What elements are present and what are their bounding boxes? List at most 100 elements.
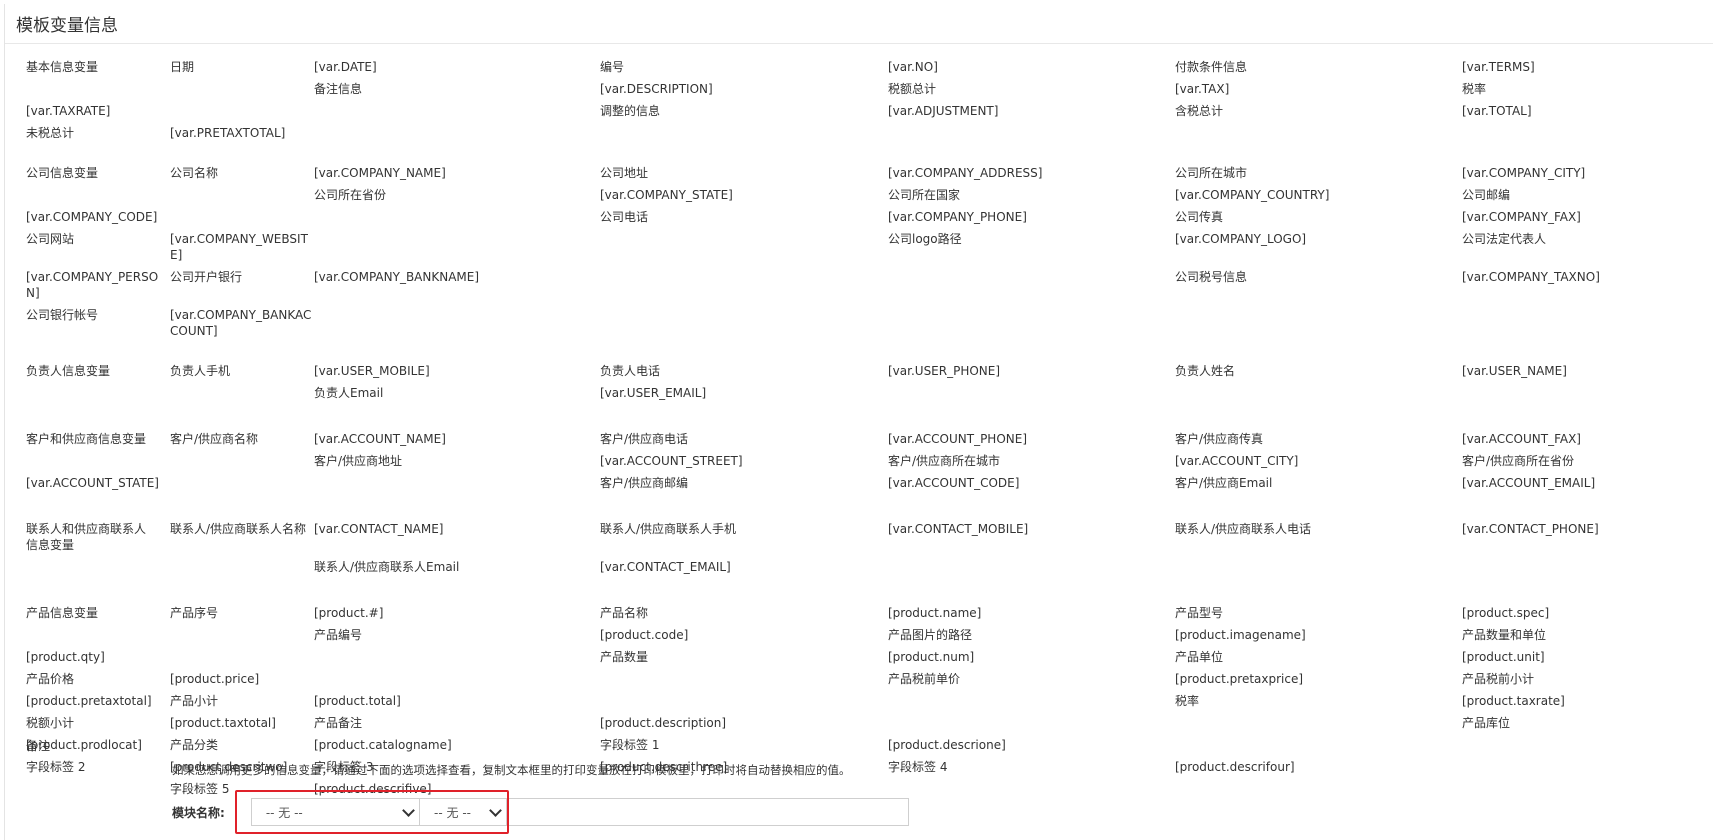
variable-label: 公司电话	[600, 210, 649, 224]
variable-group: 联系人和供应商联系人信息变量 联系人/供应商联系人名称 [var.CONTACT_N…	[26, 518, 1686, 584]
variable-label: 字段标签 4	[888, 760, 948, 774]
group-title: 负责人信息变量	[26, 364, 111, 378]
variable-label: 产品税前小计	[1462, 672, 1535, 686]
row-padding	[314, 494, 600, 500]
chevron-down-icon	[488, 803, 502, 817]
variable-code: [product.descrifour]	[1175, 760, 1295, 774]
variable-output-input[interactable]	[508, 798, 909, 826]
variable-code: [product.code]	[600, 628, 689, 642]
row-padding	[26, 800, 170, 806]
row-padding	[170, 100, 314, 122]
group-title-spacer	[600, 668, 888, 690]
group-title: 联系人和供应商联系人信息变量	[26, 522, 147, 552]
group-title: 基本信息变量	[26, 60, 99, 74]
variable-label: 产品图片的路径	[888, 628, 973, 642]
group-gap	[26, 144, 1686, 162]
row-padding	[600, 266, 888, 304]
group-title: 产品信息变量	[26, 606, 99, 620]
group-title-spacer	[170, 450, 314, 472]
variable-label: 客户/供应商电话	[600, 432, 689, 446]
variable-label: 公司所在国家	[888, 188, 961, 202]
variable-label: 客户/供应商所在省份	[1462, 454, 1575, 468]
variable-code: [var.COMPANY_PHONE]	[888, 210, 1027, 224]
variable-code: [var.TAX]	[1175, 82, 1230, 96]
variable-label: 备注信息	[314, 82, 363, 96]
variable-code: [var.TAXRATE]	[26, 104, 111, 118]
row-padding	[170, 472, 314, 494]
variable-label: 负责人手机	[170, 364, 231, 378]
variable-code: [var.ADJUSTMENT]	[888, 104, 999, 118]
variable-code: [var.ACCOUNT_CODE]	[888, 476, 1020, 490]
variable-label: 税率	[1462, 82, 1487, 96]
remark-hint: 如果您想调用更多的信息变量，请通过下面的选项选择查看，复制文本框里的打印变量放在…	[172, 763, 851, 777]
variable-code: [var.COMPANY_COUNTRY]	[1175, 188, 1330, 202]
variable-label	[888, 382, 1175, 404]
group-title-spacer	[314, 472, 600, 494]
remark-section: 备注 如果您想调用更多的信息变量，请通过下面的选项选择查看，复制文本框里的打印变…	[26, 738, 1686, 834]
variable-label	[26, 494, 170, 500]
variable-code: [var.COMPANY_STATE]	[600, 188, 733, 202]
row-padding	[314, 668, 600, 690]
row-padding	[26, 382, 170, 404]
variable-label	[1462, 556, 1686, 578]
group-title-spacer	[170, 382, 314, 404]
variable-label: 付款条件信息	[1175, 60, 1248, 74]
row-padding	[26, 624, 170, 646]
variable-code: [var.COMPANY_FAX]	[1462, 210, 1581, 224]
variable-code: [var.TERMS]	[1462, 60, 1535, 74]
group-title-spacer	[600, 228, 888, 266]
group-title-spacer	[1175, 712, 1462, 734]
variable-code: [var.ACCOUNT_NAME]	[314, 432, 446, 446]
variable-label: 产品库位	[1462, 716, 1511, 730]
variable-code: [var.ACCOUNT_PHONE]	[888, 432, 1028, 446]
module-select-value: -- 无 --	[265, 805, 303, 820]
variable-label: 公司logo路径	[888, 232, 962, 246]
module-select[interactable]: -- 无 --	[250, 798, 421, 826]
row-padding	[26, 184, 170, 206]
variable-group: 负责人信息变量 负责人手机 [var.USER_MOBILE] 负责人电话 [var.U…	[26, 360, 1686, 410]
variable-label: 客户/供应商地址	[314, 454, 403, 468]
field-select[interactable]: -- 无 --	[420, 798, 507, 826]
variable-label: 客户/供应商邮编	[600, 476, 689, 490]
variable-label: 联系人/供应商联系人电话	[1175, 522, 1312, 536]
variable-code: [product.pretaxprice]	[1175, 672, 1304, 686]
variable-label	[1175, 778, 1462, 800]
variable-code: [var.COMPANY_TAXNO]	[1462, 270, 1600, 284]
variable-label: 联系人/供应商联系人手机	[600, 522, 737, 536]
variable-label: 产品编号	[314, 628, 363, 642]
variable-code: [var.COMPANY_PERSON]	[26, 270, 159, 300]
variable-label: 客户/供应商所在城市	[888, 454, 1001, 468]
page-title: 模板变量信息	[5, 4, 1713, 44]
group-gap	[26, 584, 1686, 602]
variable-code: [var.ACCOUNT_STREET]	[600, 454, 743, 468]
variable-code: [var.NO]	[888, 60, 938, 74]
variable-label: 负责人电话	[600, 364, 661, 378]
variable-code: [var.TOTAL]	[1462, 104, 1532, 118]
variable-code: [var.ACCOUNT_EMAIL]	[1462, 476, 1596, 490]
variable-label: 税额总计	[888, 82, 937, 96]
variable-code: [product.total]	[314, 694, 401, 708]
variable-label: 产品小计	[170, 694, 219, 708]
group-title-spacer	[26, 778, 170, 800]
variable-group: 客户和供应商信息变量 客户/供应商名称 [var.ACCOUNT_NAME] 客户/供…	[26, 428, 1686, 500]
group-title-spacer	[314, 646, 600, 668]
variable-label	[314, 304, 600, 342]
variable-code: [var.COMPANY_NAME]	[314, 166, 446, 180]
variable-code: [product.taxrate]	[1462, 694, 1565, 708]
variable-label: 负责人Email	[314, 386, 384, 400]
variable-code: [var.COMPANY_BANKACCOUNT]	[170, 308, 312, 338]
variable-label: 产品税前单价	[888, 672, 961, 686]
variable-label: 产品价格	[26, 672, 75, 686]
variable-code	[1462, 778, 1686, 800]
variable-label	[888, 556, 1175, 578]
variable-code: [var.ACCOUNT_CITY]	[1175, 454, 1299, 468]
variable-label: 联系人/供应商联系人Email	[314, 560, 460, 574]
variable-label: 产品型号	[1175, 606, 1224, 620]
row-padding	[1462, 756, 1686, 778]
group-title: 公司信息变量	[26, 166, 99, 180]
variable-label	[1462, 382, 1686, 404]
variable-label: 产品数量和单位	[1462, 628, 1547, 642]
variable-code: [product.num]	[888, 650, 975, 664]
variable-label: 公司税号信息	[1175, 270, 1248, 284]
variable-label: 税率	[1175, 694, 1200, 708]
